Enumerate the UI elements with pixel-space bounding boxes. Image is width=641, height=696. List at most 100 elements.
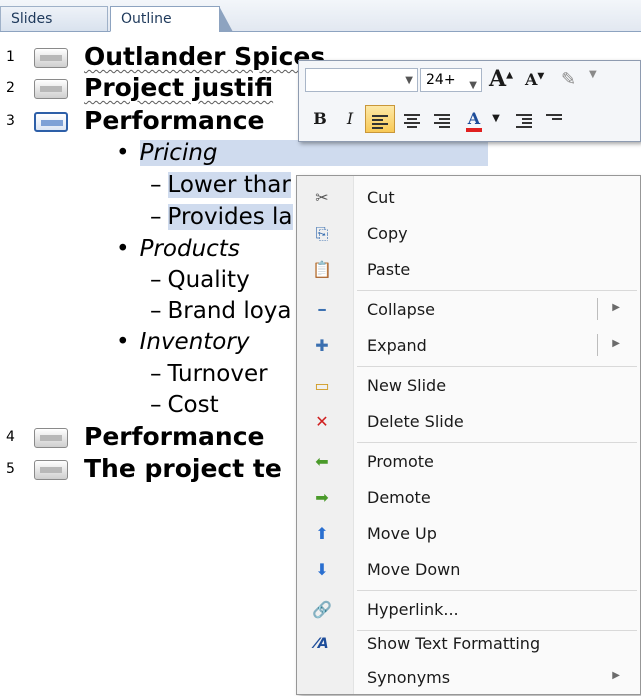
hyperlink-icon: 🔗 bbox=[312, 600, 332, 619]
chevron-down-icon[interactable]: ▼ bbox=[405, 75, 413, 86]
menu-item-label: Collapse bbox=[367, 300, 435, 319]
sub-dash: – bbox=[150, 172, 162, 198]
outline-sub-bullet[interactable]: – Provides la bbox=[150, 202, 293, 232]
slide-title[interactable]: Performance bbox=[84, 422, 264, 452]
bullet-text: Products bbox=[139, 236, 240, 262]
chevron-right-icon[interactable]: ▶ bbox=[612, 338, 620, 349]
slide-number: 2 bbox=[6, 80, 15, 96]
increase-indent-icon bbox=[546, 113, 562, 127]
chevron-down-icon[interactable]: ▼ bbox=[469, 75, 477, 97]
outline-bullet[interactable]: • Products bbox=[116, 234, 240, 264]
slide-icon[interactable] bbox=[34, 48, 68, 68]
chevron-right-icon[interactable]: ▶ bbox=[612, 302, 620, 313]
sub-dash: – bbox=[150, 298, 162, 324]
slide-icon[interactable] bbox=[34, 460, 68, 480]
shrink-font-button[interactable]: A▼ bbox=[525, 70, 544, 89]
menu-item-move-down[interactable]: ⬇ Move Down bbox=[297, 552, 640, 588]
submenu-divider bbox=[597, 298, 598, 320]
bullet-point: • bbox=[116, 140, 130, 166]
menu-item-copy[interactable]: ⎘ Copy bbox=[297, 216, 640, 252]
show-text-formatting-icon: ⁄A bbox=[315, 636, 329, 652]
menu-item-label: Promote bbox=[367, 452, 434, 471]
align-left-button[interactable] bbox=[365, 105, 395, 133]
slide-number: 1 bbox=[6, 49, 15, 65]
collapse-icon: ━ bbox=[318, 303, 326, 317]
grow-font-button[interactable]: A▲ bbox=[489, 66, 513, 92]
menu-item-delete-slide[interactable]: ✕ Delete Slide bbox=[297, 404, 640, 440]
decrease-indent-button[interactable] bbox=[509, 105, 539, 133]
tab-slides[interactable]: Slides bbox=[0, 6, 108, 31]
outline-sub-bullet[interactable]: – Brand loya bbox=[150, 296, 291, 326]
outline-bullet[interactable]: • Inventory bbox=[116, 327, 249, 357]
menu-item-label: Copy bbox=[367, 224, 408, 243]
slide-title[interactable]: Performance bbox=[84, 106, 264, 136]
slide-title[interactable]: Project justifi bbox=[84, 73, 273, 103]
sub-bullet-text: Turnover bbox=[167, 361, 268, 387]
italic-button[interactable]: I bbox=[335, 105, 365, 133]
chevron-right-icon[interactable]: ▶ bbox=[612, 670, 620, 681]
align-right-button[interactable] bbox=[427, 105, 457, 133]
sub-bullet-text: Lower thar bbox=[167, 172, 291, 198]
paste-icon: 📋 bbox=[312, 260, 332, 279]
slide-title[interactable]: Outlander Spices bbox=[84, 42, 325, 72]
align-center-button[interactable] bbox=[397, 105, 427, 133]
menu-item-label: Demote bbox=[367, 488, 431, 507]
align-left-icon bbox=[372, 114, 388, 129]
menu-item-demote[interactable]: ➡ Demote bbox=[297, 480, 640, 516]
slide-number: 4 bbox=[6, 429, 15, 445]
outline-sub-bullet[interactable]: – Turnover bbox=[150, 359, 268, 389]
slide-icon[interactable] bbox=[34, 79, 68, 99]
menu-item-label: Show Text Formatting bbox=[367, 634, 541, 653]
menu-item-collapse[interactable]: ━ Collapse ▶ bbox=[297, 292, 640, 328]
promote-icon: ⬅ bbox=[315, 452, 329, 471]
pane-tab-bar: Slides Outline bbox=[0, 0, 641, 32]
menu-item-label: Hyperlink... bbox=[367, 600, 459, 619]
move-down-icon: ⬇ bbox=[315, 560, 329, 579]
menu-item-promote[interactable]: ⬅ Promote bbox=[297, 444, 640, 480]
sub-bullet-text: Brand loya bbox=[167, 298, 292, 324]
font-color-button[interactable]: A bbox=[459, 105, 489, 133]
menu-item-new-slide[interactable]: ▭ New Slide bbox=[297, 368, 640, 404]
menu-item-paste[interactable]: 📋 Paste bbox=[297, 252, 640, 288]
outline-sub-bullet[interactable]: – Quality bbox=[150, 265, 250, 295]
sub-bullet-text: Cost bbox=[167, 392, 219, 418]
bold-button[interactable]: B bbox=[305, 105, 335, 133]
outline-sub-bullet[interactable]: – Lower thar bbox=[150, 170, 291, 200]
menu-item-expand[interactable]: ✚ Expand ▶ bbox=[297, 328, 640, 364]
expand-icon: ✚ bbox=[315, 336, 329, 355]
menu-item-label: Move Up bbox=[367, 524, 437, 543]
increase-indent-button[interactable] bbox=[539, 105, 569, 133]
outline-sub-bullet[interactable]: – Cost bbox=[150, 390, 219, 420]
slide-title[interactable]: The project te bbox=[84, 454, 282, 484]
menu-item-hyperlink[interactable]: 🔗 Hyperlink... bbox=[297, 592, 640, 628]
menu-separator bbox=[357, 290, 637, 291]
menu-item-label: Delete Slide bbox=[367, 412, 464, 431]
cut-icon: ✂ bbox=[315, 188, 329, 207]
font-size-dropdown[interactable]: 24+ ▼ bbox=[420, 68, 482, 92]
sub-dash: – bbox=[150, 267, 162, 293]
menu-item-label: Synonyms bbox=[367, 668, 451, 687]
synonyms-icon bbox=[312, 668, 332, 688]
menu-item-cut[interactable]: ✂ Cut bbox=[297, 180, 640, 216]
menu-item-label: New Slide bbox=[367, 376, 447, 395]
outline-bullet[interactable]: • Pricing bbox=[116, 138, 488, 168]
chevron-down-icon[interactable]: ▼ bbox=[589, 69, 597, 80]
bullet-text: Pricing bbox=[139, 140, 488, 166]
font-name-dropdown[interactable]: ▼ bbox=[305, 68, 418, 92]
align-center-icon bbox=[404, 113, 420, 128]
menu-item-label: Move Down bbox=[367, 560, 461, 579]
slide-icon[interactable] bbox=[34, 428, 68, 448]
sub-dash: – bbox=[150, 361, 162, 387]
slide-number: 3 bbox=[6, 113, 15, 129]
tab-outline[interactable]: Outline bbox=[110, 6, 233, 32]
mini-toolbar: ▼ 24+ ▼ A▲ A▼ ✎ ▼ B I A ▼ bbox=[298, 60, 641, 142]
menu-item-synonyms[interactable]: Synonyms ▶ bbox=[297, 660, 640, 696]
slide-icon-selected[interactable] bbox=[34, 112, 68, 132]
font-color-label: A bbox=[465, 109, 483, 132]
menu-item-show-text-formatting[interactable]: ⁄A Show Text Formatting bbox=[297, 626, 640, 662]
bullet-text: Inventory bbox=[139, 329, 250, 355]
shrink-font-label: A bbox=[525, 70, 538, 89]
menu-item-move-up[interactable]: ⬆ Move Up bbox=[297, 516, 640, 552]
chevron-down-icon[interactable]: ▼ bbox=[489, 105, 503, 133]
format-painter-icon[interactable]: ✎ bbox=[561, 69, 576, 90]
